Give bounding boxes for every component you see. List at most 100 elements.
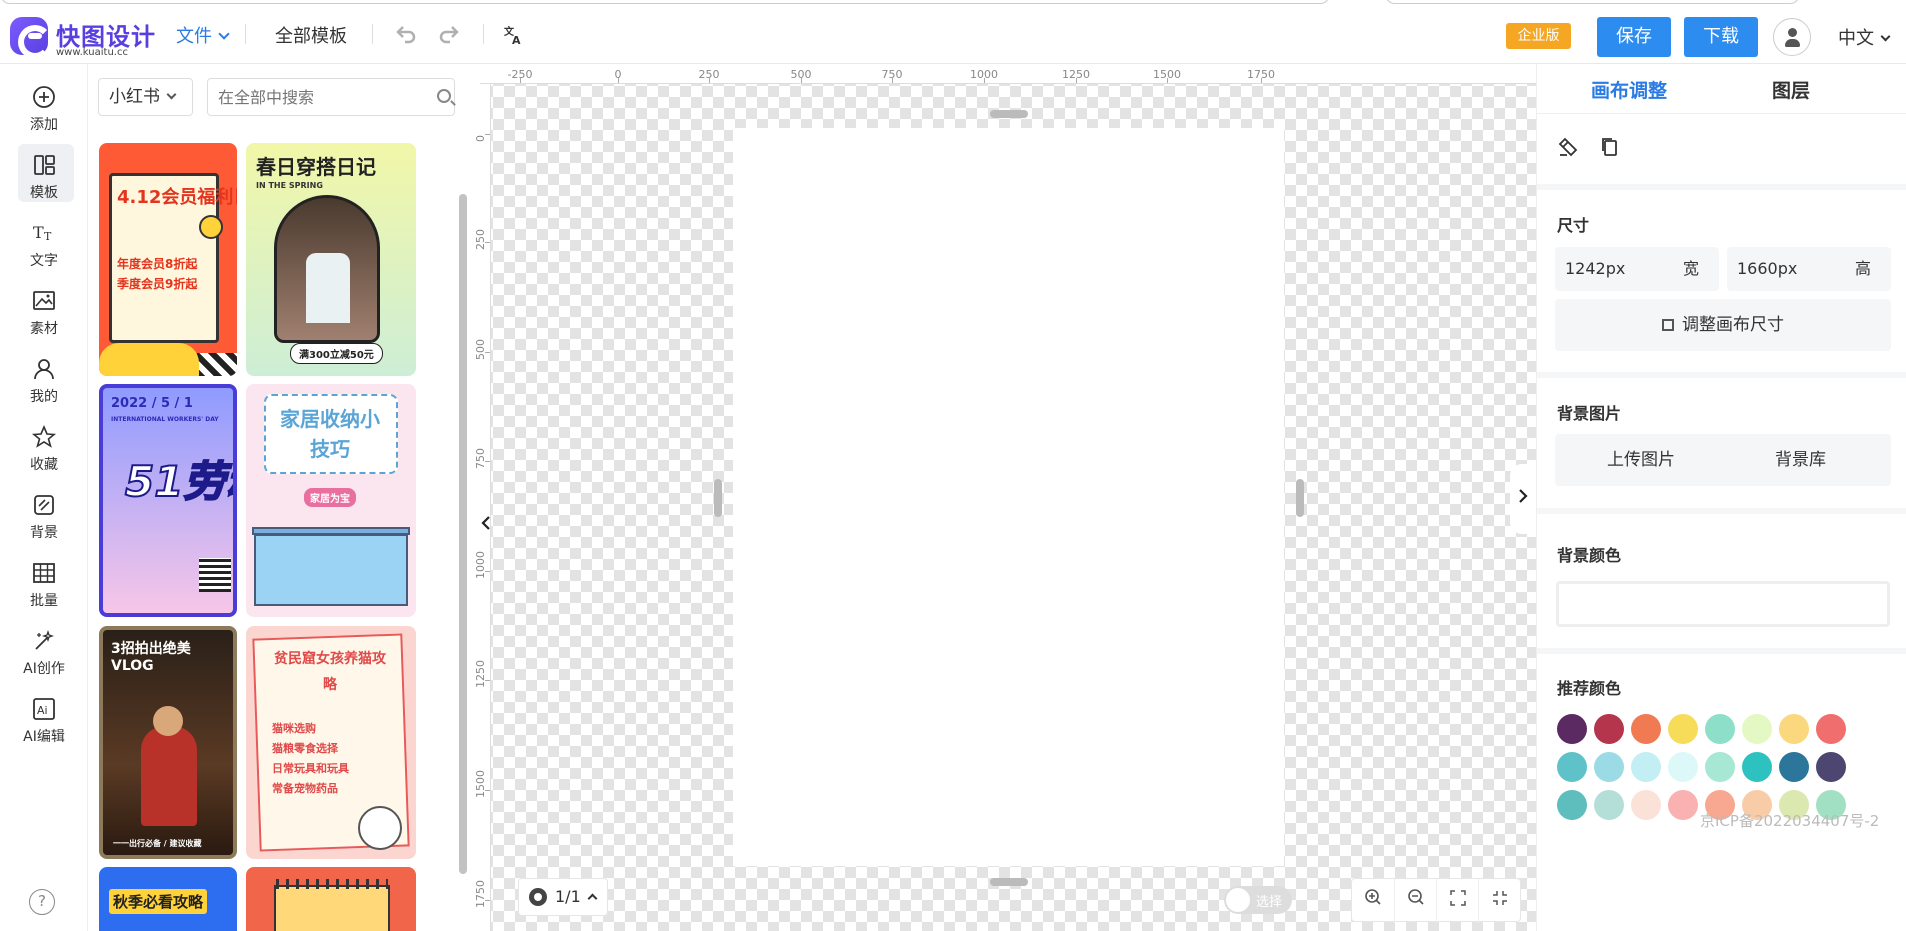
save-button[interactable]: 保存: [1597, 17, 1671, 57]
sidebar-item-material[interactable]: 素材: [0, 280, 88, 342]
ruler-tick: [1076, 78, 1077, 83]
clear-canvas-icon[interactable]: [1557, 136, 1581, 160]
redo-icon[interactable]: [438, 24, 462, 46]
template-card[interactable]: 2022 / 5 / 1 INTERNATIONAL WORKERS' DAY …: [99, 384, 237, 617]
color-swatch[interactable]: [1779, 752, 1809, 782]
upload-image-button[interactable]: 上传图片: [1607, 434, 1675, 486]
bg-library-button[interactable]: 背景库: [1775, 434, 1826, 486]
page-selector[interactable]: 1/1: [518, 878, 608, 916]
avatar[interactable]: [1773, 18, 1811, 56]
artboard[interactable]: [733, 128, 1284, 866]
color-swatch[interactable]: [1668, 752, 1698, 782]
collapse-left-panel-button[interactable]: [474, 506, 498, 546]
copy-icon[interactable]: [1599, 136, 1623, 160]
color-swatch[interactable]: [1668, 714, 1698, 744]
chevron-down-icon: [218, 28, 230, 40]
color-swatch[interactable]: [1557, 790, 1587, 820]
category-label: 小红书: [109, 87, 160, 107]
svg-text:Ai: Ai: [37, 704, 48, 717]
tab-canvas-adjust[interactable]: 画布调整: [1591, 76, 1667, 103]
ruler-tick: [1261, 78, 1262, 83]
bg-color-input[interactable]: [1556, 581, 1890, 627]
resize-canvas-label: 调整画布尺寸: [1682, 315, 1784, 335]
search-icon[interactable]: [437, 89, 451, 103]
color-swatch[interactable]: [1816, 714, 1846, 744]
sidebar-item-batch[interactable]: 批量: [0, 552, 88, 614]
color-swatch[interactable]: [1816, 752, 1846, 782]
template-card[interactable]: 贫民窟女孩养猫攻略 猫咪选购 猫粮零食选择 日常玩具和玩具 常备宠物药品: [246, 626, 416, 859]
color-swatch[interactable]: [1705, 752, 1735, 782]
template-card[interactable]: 家居收纳小技巧 家居为宝: [246, 384, 416, 617]
select-toggle[interactable]: 选择: [1224, 886, 1292, 914]
height-field[interactable]: 1660px 高: [1727, 247, 1891, 291]
fit-screen-icon[interactable]: [1436, 879, 1478, 923]
color-swatch[interactable]: [1557, 752, 1587, 782]
divider: [1537, 508, 1906, 514]
resize-handle-left[interactable]: [714, 479, 722, 517]
sidebar-item-add[interactable]: 添加: [0, 76, 88, 138]
resize-canvas-button[interactable]: 调整画布尺寸: [1555, 299, 1891, 351]
ruler-tick: [709, 78, 710, 83]
template-card[interactable]: 3招拍出绝美VLOG 一一出行必备 / 建议收藏: [99, 626, 237, 859]
all-templates-link[interactable]: 全部模板: [275, 22, 347, 48]
color-swatch[interactable]: [1631, 790, 1661, 820]
zoom-out-icon[interactable]: [1394, 879, 1436, 923]
undo-icon[interactable]: [395, 24, 419, 46]
translate-icon[interactable]: 文A: [503, 24, 527, 47]
template-card[interactable]: [246, 867, 416, 931]
svg-text:T: T: [33, 223, 44, 242]
sidebar-item-ai-edit[interactable]: Ai AI编辑: [0, 688, 88, 750]
scrollbar[interactable]: [459, 132, 467, 882]
color-swatch[interactable]: [1631, 714, 1661, 744]
sidebar-item-background[interactable]: 背景: [0, 484, 88, 546]
sidebar-item-templates[interactable]: 模板: [0, 144, 88, 206]
toggle-knob: [1226, 888, 1250, 912]
color-swatch[interactable]: [1779, 714, 1809, 744]
ruler-left-label: 250: [474, 229, 487, 250]
color-swatch[interactable]: [1742, 752, 1772, 782]
sidebar-item-label: 收藏: [30, 457, 58, 473]
category-dropdown[interactable]: 小红书: [98, 78, 193, 116]
color-swatch[interactable]: [1594, 714, 1624, 744]
resize-handle-right[interactable]: [1296, 479, 1304, 517]
language-select[interactable]: 中文: [1838, 24, 1891, 50]
color-swatch[interactable]: [1631, 752, 1661, 782]
enterprise-badge[interactable]: 企业版: [1506, 23, 1571, 49]
color-swatch[interactable]: [1668, 790, 1698, 820]
sidebar-item-mine[interactable]: 我的: [0, 348, 88, 410]
checker-decor: [197, 353, 237, 376]
color-swatch[interactable]: [1742, 714, 1772, 744]
color-swatch[interactable]: [1594, 790, 1624, 820]
background-icon: [31, 492, 57, 518]
scrollbar-thumb[interactable]: [459, 194, 467, 874]
card-line: 常备宠物药品: [272, 782, 338, 795]
color-swatch[interactable]: [1557, 714, 1587, 744]
color-swatch[interactable]: [1594, 752, 1624, 782]
qr-code-icon: [199, 558, 231, 592]
zoom-in-icon[interactable]: [1352, 879, 1394, 923]
width-field[interactable]: 1242px 宽: [1555, 247, 1719, 291]
sidebar-item-favorites[interactable]: 收藏: [0, 416, 88, 478]
template-card[interactable]: 秋季必看攻略: [99, 867, 237, 931]
color-swatch[interactable]: [1705, 714, 1735, 744]
sidebar-item-ai-create[interactable]: AI创作: [0, 620, 88, 682]
file-menu[interactable]: 文件: [176, 22, 230, 48]
ruler-tick: [520, 78, 521, 83]
sidebar-item-label: 模板: [30, 185, 58, 201]
template-card[interactable]: 4.12会员福利日 年度会员8折起 季度会员9折起: [99, 143, 237, 376]
download-button[interactable]: 下载: [1684, 17, 1758, 57]
svg-text:A: A: [512, 34, 521, 46]
actual-size-icon[interactable]: [1478, 879, 1520, 923]
search-input[interactable]: [207, 78, 455, 116]
collapse-right-panel-button[interactable]: [1510, 464, 1536, 534]
help-icon[interactable]: ?: [29, 889, 55, 915]
select-toggle-label: 选择: [1256, 895, 1283, 910]
template-card[interactable]: 春日穿搭日记 IN THE SPRING 满300立减50元: [246, 143, 416, 376]
sidebar-item-text[interactable]: TT 文字: [0, 212, 88, 274]
resize-handle-bottom[interactable]: [990, 878, 1028, 886]
resize-handle-top[interactable]: [990, 110, 1028, 118]
tab-layers[interactable]: 图层: [1772, 76, 1810, 103]
zoom-toolbar: [1351, 878, 1521, 923]
ruler-top: -250 0 250 500 750 1000 1250 1500 1750: [480, 64, 1536, 84]
chevron-left-icon: [481, 516, 490, 530]
